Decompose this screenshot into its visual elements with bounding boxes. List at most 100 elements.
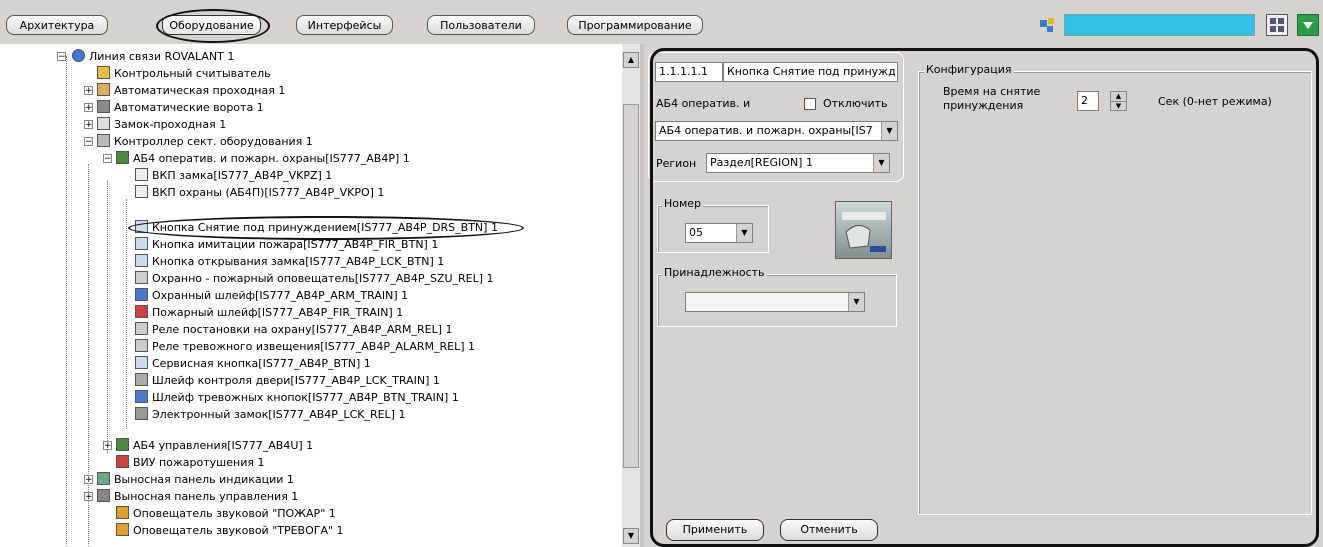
tree-item-label: Линия связи ROVALANT 1 (89, 50, 235, 63)
settings-highlight-frame (650, 48, 1319, 547)
tree-item[interactable]: Пожарный шлейф[IS777_AB4P_FIR_TRAIN] 1 (135, 304, 403, 321)
tab-interfaces[interactable]: Интерфейсы (296, 15, 393, 35)
tree-item[interactable]: ВКП замка[IS777_AB4P_VKPZ] 1 (135, 167, 332, 184)
dropdown-arrow-icon[interactable] (1297, 14, 1319, 36)
tree-item-label: Кнопка имитации пожара[IS777_AB4P_FIR_BT… (152, 238, 439, 251)
equipment-tree: − + + + − − + + + Линия связи ROVALANT 1… (0, 44, 622, 547)
tree-item[interactable]: Контроллер сект. оборудования 1 (97, 133, 313, 150)
switch-icon (135, 168, 148, 181)
tree-item[interactable]: Электронный замок[IS777_AB4P_LCK_REL] 1 (135, 406, 405, 423)
tree-item-label: Выносная панель индикации 1 (114, 473, 294, 486)
tree-item-label: Сервисная кнопка[IS777_AB4P_BTN] 1 (152, 357, 371, 370)
tree-item[interactable]: АБ4 управления[IS777_AB4U] 1 (116, 437, 313, 454)
tree-item-label: Охранно - пожарный оповещатель[IS777_AB4… (152, 272, 494, 285)
reader-icon (97, 66, 110, 79)
active-tab-highlight (156, 9, 270, 43)
tree-item-label: ВИУ пожаротушения 1 (133, 456, 265, 469)
tree-item-label: Пожарный шлейф[IS777_AB4P_FIR_TRAIN] 1 (152, 306, 404, 319)
turnstile-icon (97, 83, 110, 96)
expand-toggle[interactable]: + (84, 103, 93, 113)
tree-item[interactable]: Выносная панель индикации 1 (97, 471, 294, 488)
tree-item-label: Замок-проходная 1 (114, 118, 227, 131)
button-icon (135, 356, 148, 369)
switch-icon (135, 185, 148, 198)
lock-icon (135, 407, 148, 420)
loop-icon (135, 390, 148, 403)
tree-item[interactable]: Реле постановки на охрану[IS777_AB4P_ARM… (135, 321, 453, 338)
tree-item-label: Оповещатель звуковой "ПОЖАР" 1 (133, 507, 336, 520)
loop-icon (135, 288, 148, 301)
tree-item[interactable]: ВИУ пожаротушения 1 (116, 454, 264, 471)
tree-item-label: АБ4 управления[IS777_AB4U] 1 (133, 439, 314, 452)
tree-item-label: Охранный шлейф[IS777_AB4P_ARM_TRAIN] 1 (152, 289, 409, 302)
lock-passage-icon (97, 117, 110, 130)
button-icon (135, 237, 148, 250)
relay-icon (135, 271, 148, 284)
tree-item[interactable]: Кнопка имитации пожара[IS777_AB4P_FIR_BT… (135, 236, 438, 253)
tree-item[interactable]: Оповещатель звуковой "ПОЖАР" 1 (116, 505, 336, 522)
tree-item[interactable]: Линия связи ROVALANT 1 (72, 48, 234, 65)
controller-icon (97, 134, 110, 147)
tree-item[interactable]: Выносная панель управления 1 (97, 488, 298, 505)
tree-item[interactable]: Реле тревожного извещения[IS777_AB4P_ALA… (135, 338, 475, 355)
tree-connector (88, 164, 89, 546)
scrollbar-thumb[interactable] (623, 104, 639, 468)
tree-item[interactable]: Шлейф тревожных кнопок[IS777_AB4P_BTN_TR… (135, 389, 459, 406)
tree-item[interactable]: Шлейф контроля двери[IS777_AB4P_LCK_TRAI… (135, 372, 440, 389)
tree-item[interactable]: Замок-проходная 1 (97, 116, 226, 133)
expand-toggle[interactable]: + (84, 475, 93, 485)
tree-item-label: Кнопка открывания замка[IS777_AB4P_LCK_B… (152, 255, 445, 268)
scroll-up-button[interactable]: ▲ (623, 52, 639, 68)
tree-item-label: Автоматическая проходная 1 (114, 84, 286, 97)
gate-icon (97, 100, 110, 113)
globe-icon (72, 49, 85, 62)
tree-item-label: ВКП замка[IS777_AB4P_VKPZ] 1 (152, 169, 333, 182)
relay-icon (135, 322, 148, 335)
grid-icon[interactable] (1266, 14, 1288, 36)
tree-item-label: Выносная панель управления 1 (114, 490, 299, 503)
siren-icon (116, 523, 129, 536)
fire-loop-icon (135, 305, 148, 318)
tab-users[interactable]: Пользователи (427, 15, 535, 35)
tree-item[interactable]: Охранный шлейф[IS777_AB4P_ARM_TRAIN] 1 (135, 287, 408, 304)
tree-scrollbar[interactable]: ▲ ▼ (622, 44, 640, 547)
tree-item-label: Электронный замок[IS777_AB4P_LCK_REL] 1 (152, 408, 406, 421)
tree-item[interactable]: ВКП охраны (АБ4П)[IS777_AB4P_VKPO] 1 (135, 184, 384, 201)
door-loop-icon (135, 373, 148, 386)
expand-toggle[interactable]: + (84, 86, 93, 96)
tree-item-label: Реле постановки на охрану[IS777_AB4P_ARM… (152, 323, 453, 336)
tree-item[interactable]: Оповещатель звуковой "ТРЕВОГА" 1 (116, 522, 344, 539)
tree-item-label: Контрольный считыватель (114, 67, 271, 80)
tree-item[interactable]: Охранно - пожарный оповещатель[IS777_AB4… (135, 270, 494, 287)
tree-item-label: ВКП охраны (АБ4П)[IS777_AB4P_VKPO] 1 (152, 186, 385, 199)
tree-item[interactable]: Сервисная кнопка[IS777_AB4P_BTN] 1 (135, 355, 371, 372)
collapse-toggle[interactable]: − (103, 154, 112, 164)
scroll-down-button[interactable]: ▼ (623, 528, 639, 544)
network-icon[interactable] (1036, 14, 1058, 36)
tree-item-label: Оповещатель звуковой "ТРЕВОГА" 1 (133, 524, 344, 537)
expand-toggle[interactable]: + (84, 492, 93, 502)
siren-icon (116, 506, 129, 519)
tree-item[interactable]: Контрольный считыватель (97, 65, 271, 82)
expand-toggle[interactable]: + (84, 120, 93, 130)
tree-item-label: Автоматические ворота 1 (114, 101, 264, 114)
extinguish-icon (116, 455, 129, 468)
block-icon (116, 438, 129, 451)
main-toolbar: Архитектура Оборудование Интерфейсы Поль… (0, 0, 1323, 44)
tree-item[interactable]: Автоматические ворота 1 (97, 99, 264, 116)
tree-item-label: Шлейф контроля двери[IS777_AB4P_LCK_TRAI… (152, 374, 440, 387)
tree-item[interactable]: Автоматическая проходная 1 (97, 82, 285, 99)
tab-programming[interactable]: Программирование (567, 15, 703, 35)
tab-architecture[interactable]: Архитектура (6, 15, 108, 35)
tree-item-label: Реле тревожного извещения[IS777_AB4P_ALA… (152, 340, 476, 353)
search-input[interactable] (1064, 14, 1255, 36)
collapse-toggle[interactable]: − (84, 137, 93, 147)
tree-connector (66, 56, 67, 546)
panel-icon (97, 472, 110, 485)
collapse-toggle[interactable]: − (57, 52, 66, 62)
tree-item[interactable]: Кнопка открывания замка[IS777_AB4P_LCK_B… (135, 253, 444, 270)
button-icon (135, 254, 148, 267)
tree-item-label: Шлейф тревожных кнопок[IS777_AB4P_BTN_TR… (152, 391, 459, 404)
expand-toggle[interactable]: + (103, 441, 112, 451)
tree-item[interactable]: АБ4 оператив. и пожарн. охраны[IS777_AB4… (116, 150, 410, 167)
